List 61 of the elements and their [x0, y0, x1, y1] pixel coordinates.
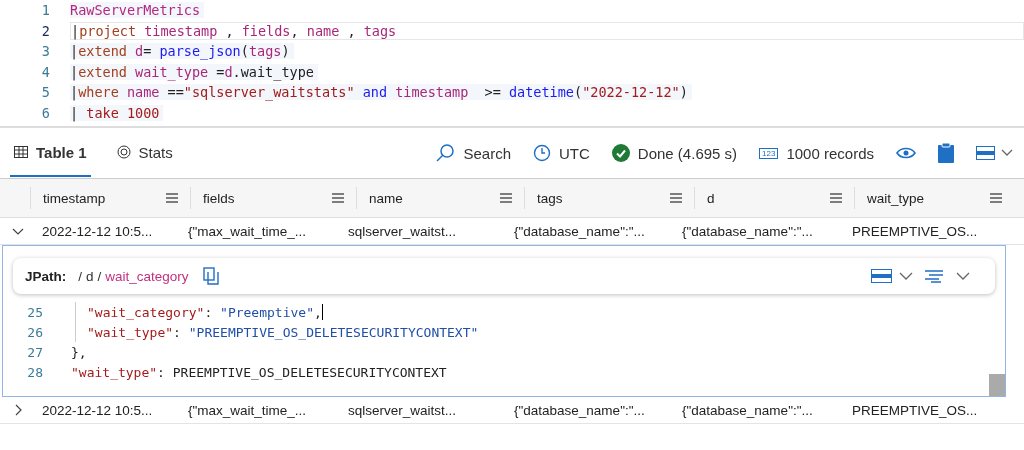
line-number: 1	[40, 2, 51, 19]
table-cell-text: PREEMPTIVE_OS...	[851, 223, 979, 239]
menu-icon	[990, 193, 1002, 203]
code-line: "wait_category": "Preemptive",	[87, 304, 322, 320]
table-cell-text: {"max_wait_time_...	[187, 402, 308, 418]
code-line: },	[71, 344, 87, 360]
clipboard-icon[interactable]	[938, 143, 954, 163]
search-icon	[435, 143, 456, 163]
line-number: 27	[26, 344, 44, 360]
column-header[interactable]: wait_type	[854, 187, 1014, 209]
table-cell-text: {"database_name":"...	[681, 223, 814, 239]
results-tab[interactable]: Table 1	[10, 129, 91, 177]
record-count: 123 1000 records	[759, 144, 874, 162]
table-icon	[14, 146, 28, 158]
line-number: 6	[40, 104, 51, 121]
jpath-label: JPath:	[25, 268, 67, 284]
table-cell-text: {"max_wait_time_...	[187, 223, 308, 239]
jpath-segment[interactable]: /	[97, 268, 102, 284]
line-number: 4	[40, 63, 51, 80]
table-cell-text: 2022-12-12 10:5...	[41, 402, 154, 418]
column-header[interactable]: name	[356, 187, 524, 209]
line-number: 25	[26, 304, 44, 320]
line-number: 2	[40, 22, 51, 39]
timezone-button[interactable]: UTC	[533, 144, 590, 162]
menu-icon	[670, 193, 682, 203]
table-cell-text: 2022-12-12 10:5...	[41, 223, 154, 239]
results-tab[interactable]: Stats	[112, 129, 177, 177]
clock-icon	[533, 144, 551, 162]
table-cell-text: sqlserver_waitst...	[347, 223, 458, 239]
column-header[interactable]: timestamp	[30, 187, 190, 209]
table-cell-text: {"database_name":"...	[681, 402, 814, 418]
menu-icon	[332, 193, 344, 203]
search-button[interactable]: Search	[435, 143, 511, 163]
copy-icon[interactable]	[202, 267, 219, 285]
line-number: 28	[26, 364, 44, 380]
eye-icon[interactable]	[896, 147, 916, 159]
jpath-segment[interactable]: d	[86, 268, 94, 284]
column-header[interactable]: tags	[524, 187, 694, 209]
line-number: 5	[40, 84, 51, 101]
code-line: "wait_type": "PREEMPTIVE_OS_DELETESECURITYCONTEXT"	[87, 324, 479, 340]
jpath-segment[interactable]: /	[78, 268, 83, 284]
table-cell-text: sqlserver_waitst...	[347, 402, 458, 418]
line-number: 26	[26, 324, 44, 340]
jpath-segment[interactable]: wait_category	[105, 268, 189, 284]
column-header[interactable]: d	[694, 187, 854, 209]
menu-icon	[166, 193, 178, 203]
check-circle-icon	[611, 144, 630, 162]
table-cell-text: {"database_name":"...	[513, 223, 646, 239]
menu-icon	[500, 193, 512, 203]
code-line: "wait_type": PREEMPTIVE_OS_DELETESECURITYCONTEXT	[71, 364, 447, 380]
line-number: 3	[40, 43, 51, 60]
row-layout-icon[interactable]	[976, 146, 1014, 160]
text-cursor	[321, 304, 324, 320]
stats-icon	[116, 145, 131, 159]
menu-icon	[830, 193, 842, 203]
number-badge: 123	[759, 147, 779, 159]
scrollbar-thumb[interactable]	[989, 374, 1005, 396]
table-cell-text: PREEMPTIVE_OS...	[851, 402, 979, 418]
table-cell-text: {"database_name":"...	[513, 402, 646, 418]
column-header[interactable]: fields	[190, 187, 356, 209]
query-status: Done (4.695 s)	[611, 144, 738, 162]
